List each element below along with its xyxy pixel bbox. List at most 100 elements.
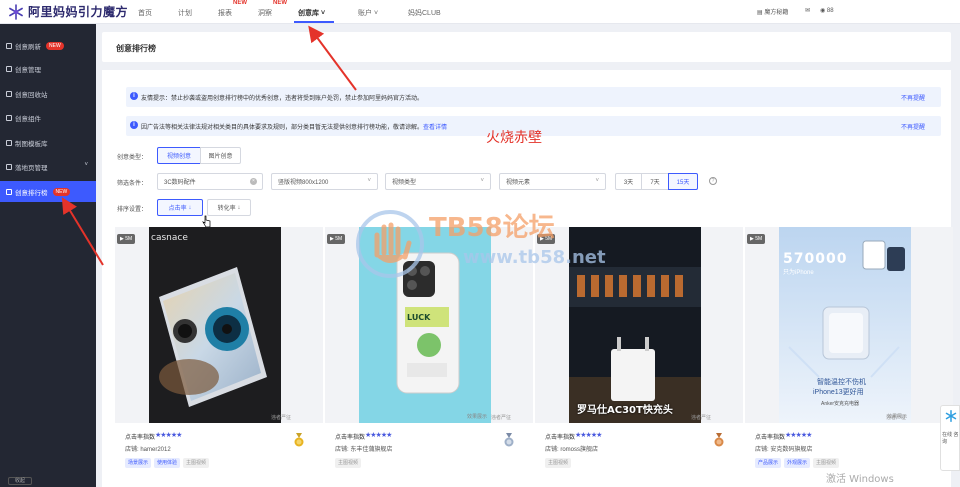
user-name: 88	[826, 8, 834, 14]
nav-creative-library-label: 创意库	[298, 10, 319, 17]
chevron-down-icon: ˅	[367, 178, 371, 184]
notice-banner-warning: i 友情提示：禁止抄袭或盗用创意排行榜中的优秀创意，违者将受到账户处罚，禁止参加…	[126, 87, 941, 107]
range-3-days[interactable]: 3天	[615, 173, 642, 190]
new-badge: NEW	[46, 41, 64, 50]
creative-card[interactable]: ▶ 5M 570000 只为iPhone 智能温控不伤机 iPhone13更好用…	[745, 227, 953, 487]
shop-name: 店铺: 东丰佳蒲旗舰店	[335, 447, 393, 453]
poster-line-2: iPhone13更好用	[813, 389, 864, 396]
tag: 产品展示	[755, 458, 782, 468]
nav-report[interactable]: 报表	[218, 8, 232, 18]
location-icon	[6, 65, 12, 72]
arrow-down-icon: ↓	[188, 204, 192, 211]
sidebar-item-label: 制图模板库	[15, 140, 48, 148]
notice-text: 因广告法等相关法律法规对相关类目的具体要求及规则，部分类目暂无法提供创意排行榜功…	[141, 122, 447, 131]
category-select[interactable]: 3C数码配件 ×	[157, 173, 263, 190]
video-type-select[interactable]: 视频类型 ˅	[385, 173, 491, 190]
sidebar-item-creative-ranking[interactable]: 创意排行榜 NEW	[0, 181, 96, 202]
trash-icon	[6, 90, 12, 97]
red-text-watermark: 火烧赤壁	[486, 130, 542, 146]
sidebar-item-creative-refresh[interactable]: 创意刷新 NEW	[0, 35, 96, 56]
nav-plan[interactable]: 计划	[178, 8, 192, 18]
segment-video-creative[interactable]: 视频创意	[157, 147, 201, 164]
creative-video-thumbnail[interactable]: casnace	[149, 227, 281, 423]
book-icon: ▤	[757, 10, 763, 16]
nav-account[interactable]: 账户 ˅	[358, 8, 378, 18]
user-avatar-icon: ◉	[820, 8, 826, 14]
sidebar-item-label: 创意组件	[15, 115, 41, 123]
tag: 使用体验	[154, 458, 181, 468]
gold-medal-icon	[294, 433, 304, 447]
segment-image-creative[interactable]: 图片创意	[200, 147, 241, 164]
size-select[interactable]: 竖版视频800x1200 ˅	[271, 173, 378, 190]
video-badge: ▶ 5M	[747, 234, 766, 244]
charger-image-icon	[569, 227, 701, 423]
tag: 主图视频	[183, 458, 210, 468]
sidebar-item-landing-page[interactable]: 落地页管理 ˅	[0, 156, 96, 177]
sort-cvr-button[interactable]: 转化率 ↓	[207, 199, 251, 216]
user-menu[interactable]: ◉ 88	[820, 7, 834, 14]
metric-label: 点击率指数	[335, 435, 366, 441]
range-7-days[interactable]: 7天	[641, 173, 669, 190]
new-badge: NEW	[52, 187, 71, 196]
sidebar-item-template-library[interactable]: 制图模板库	[0, 132, 96, 153]
shop-name: 店铺: hamer2012	[125, 447, 171, 453]
range-15-days[interactable]: 15天	[668, 173, 698, 190]
sidebar-item-creative-components[interactable]: 创意组件	[0, 107, 96, 128]
video-badge: ▶ 5M	[117, 234, 136, 244]
creative-video-thumbnail[interactable]: 罗马仕AC30T快充头	[569, 227, 701, 423]
tag-list: 产品展示 外观展示 主图视频	[755, 458, 840, 468]
violation-note: 违者严征	[691, 415, 712, 421]
sort-settings-label: 排序设置：	[117, 207, 148, 213]
snowflake-icon	[945, 410, 957, 422]
sidebar-item-recycle-bin[interactable]: 创意回收站	[0, 83, 96, 104]
video-caption: 罗马仕AC30T快充头	[577, 405, 673, 416]
creative-card[interactable]: ▶ 5M casnace 违者严征 点击率指数 ★★★★★ 店铺: hamer2…	[115, 227, 323, 487]
dismiss-notice-button[interactable]: 不再提醒	[901, 93, 925, 102]
metric-label: 点击率指数	[755, 435, 786, 441]
sort-ctr-label: 点击率	[168, 206, 187, 212]
sort-ctr-button[interactable]: 点击率 ↓	[157, 199, 203, 216]
clear-icon[interactable]: ×	[250, 178, 257, 185]
info-icon: i	[130, 92, 138, 100]
nav-insight-new-badge: NEW	[273, 0, 287, 6]
page-icon	[6, 163, 12, 170]
category-value: 3C数码配件	[164, 180, 196, 186]
poster-line-3: Anker安克充电器	[821, 401, 860, 407]
creative-card[interactable]: ▶ 5M LUCK 效果展示 违者严征 点击率指数 ★★★★★ 店铺: 东丰佳蒲…	[325, 227, 533, 487]
dismiss-notice-button[interactable]: 不再提醒	[901, 122, 925, 131]
violation-note: 违者严征	[271, 415, 292, 421]
help-icon[interactable]: ?	[709, 177, 717, 185]
collapse-sidebar-button[interactable]: 收起	[8, 477, 32, 485]
case-brand-text: LUCK	[407, 313, 431, 322]
app-logo[interactable]: 阿里妈妈引力魔方	[8, 3, 128, 20]
phone-case-image-icon: casnace	[149, 227, 281, 423]
sidebar: 创意刷新 NEW 创意管理 创意回收站 创意组件 制图模板库 落地页管理 ˅ 创…	[0, 24, 96, 487]
nav-creative-library[interactable]: 创意库 ˅	[298, 8, 325, 18]
creative-card[interactable]: ▶ 5M 罗马仕AC30T快充头 违者严征 点击率指数 ★★★★★ 店铺: ro…	[535, 227, 743, 487]
filter-conditions-label: 筛选条件：	[117, 181, 148, 187]
nav-account-label: 账户	[358, 10, 372, 17]
nav-mama-club[interactable]: 妈妈CLUB	[408, 8, 441, 18]
nav-insight[interactable]: 洞察	[258, 8, 272, 18]
page-title: 创意排行榜	[116, 44, 156, 53]
view-details-link[interactable]: 查看详情	[423, 125, 447, 131]
creative-video-thumbnail[interactable]: 570000 只为iPhone 智能温控不伤机 iPhone13更好用 Anke…	[779, 227, 911, 423]
refresh-icon	[6, 42, 12, 49]
tag-list: 主图视频	[335, 458, 362, 468]
sort-cvr-label: 转化率	[217, 206, 236, 212]
message-icon[interactable]: ✉	[805, 7, 810, 14]
online-help-widget[interactable]: 在线 咨询	[940, 405, 960, 471]
arrow-down-icon: ↓	[237, 204, 241, 211]
creative-video-thumbnail[interactable]: LUCK 效果展示	[359, 227, 491, 423]
video-element-select[interactable]: 视频元素 ˅	[499, 173, 606, 190]
tag: 主图视频	[545, 458, 572, 468]
notes-link[interactable]: ▤ 魔方秘籍	[757, 7, 788, 16]
bronze-medal-icon	[714, 433, 724, 447]
nav-home[interactable]: 首页	[138, 8, 152, 18]
app-title: 阿里妈妈引力魔方	[28, 5, 129, 19]
notice-text-body: 因广告法等相关法律法规对相关类目的具体要求及规则，部分类目暂无法提供创意排行榜功…	[141, 125, 424, 131]
phone-case-image-icon: LUCK	[359, 227, 491, 423]
video-badge: ▶ 5M	[327, 234, 346, 244]
silver-medal-icon	[504, 433, 514, 447]
sidebar-item-creative-management[interactable]: 创意管理	[0, 58, 96, 79]
